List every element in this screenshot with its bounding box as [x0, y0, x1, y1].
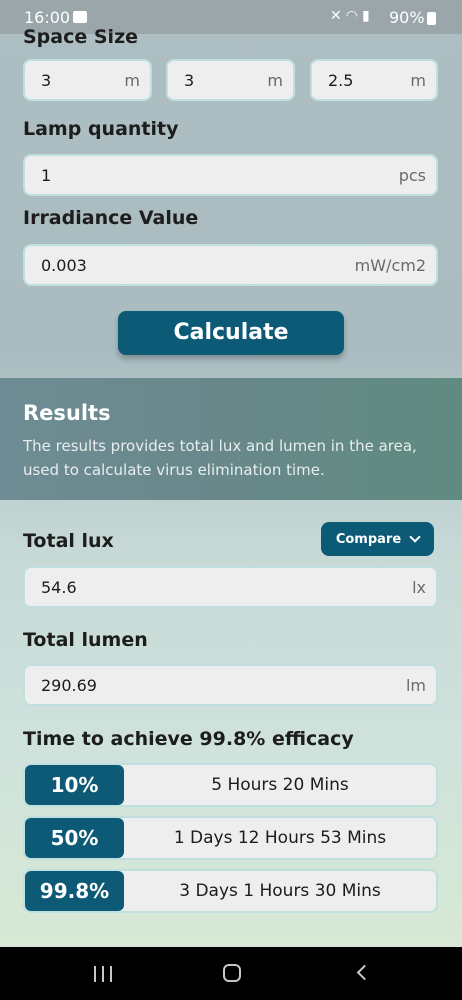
image-icon [73, 11, 87, 23]
irradiance-field[interactable]: 0.003 mW/cm2 [23, 244, 438, 286]
efficacy-label: Time to achieve 99.8% efficacy [23, 728, 354, 750]
space-width-value: 3 [184, 70, 195, 90]
results-description: The results provides total lux and lumen… [23, 437, 417, 479]
irradiance-unit: mW/cm2 [354, 255, 426, 275]
space-height-field[interactable]: 2.5 m [310, 59, 438, 101]
space-length-value: 3 [41, 70, 52, 90]
efficacy-duration: 5 Hours 20 Mins [211, 775, 349, 795]
wifi-icon: ◠ [345, 8, 362, 24]
efficacy-duration: 1 Days 12 Hours 53 Mins [173, 828, 387, 848]
compare-button[interactable]: Compare [321, 522, 434, 556]
total-lumen-unit: lm [405, 675, 426, 695]
battery-icon [427, 12, 436, 25]
results-panel: Results The results provides total lux a… [0, 378, 462, 500]
navigation-bar [0, 947, 462, 1000]
space-size-label: Space Size [23, 26, 139, 48]
efficacy-percent-badge: 10% [25, 765, 124, 805]
space-length-field[interactable]: 3 m [23, 59, 152, 101]
space-width-field[interactable]: 3 m [166, 59, 295, 101]
status-icons: ✕◠▮ [330, 8, 374, 24]
results-title: Results [23, 401, 111, 425]
space-height-value: 2.5 [328, 70, 354, 90]
recent-apps-icon[interactable] [94, 966, 112, 982]
space-height-unit: m [410, 70, 426, 90]
total-lux-label: Total lux [23, 530, 114, 552]
signal-icon: ▮ [361, 8, 374, 24]
calculate-button[interactable]: Calculate [118, 311, 344, 355]
lamp-quantity-value: 1 [41, 165, 52, 185]
efficacy-row-99-8: 99.8% 3 Days 1 Hours 30 Mins [23, 869, 438, 913]
total-lumen-label: Total lumen [23, 629, 148, 651]
lamp-quantity-field[interactable]: 1 pcs [23, 154, 438, 196]
total-lux-unit: lx [412, 577, 426, 597]
total-lux-value: 54.6 [41, 577, 77, 597]
efficacy-duration: 3 Days 1 Hours 30 Mins [179, 881, 381, 901]
total-lux-field: 54.6 lx [23, 566, 438, 608]
space-width-unit: m [267, 70, 283, 90]
compare-label: Compare [335, 531, 402, 547]
irradiance-label: Irradiance Value [23, 207, 199, 229]
chevron-down-icon [409, 530, 421, 543]
home-icon[interactable] [223, 964, 241, 982]
total-lumen-field: 290.69 lm [23, 664, 438, 706]
lamp-quantity-label: Lamp quantity [23, 118, 179, 140]
efficacy-row-50: 50% 1 Days 12 Hours 53 Mins [23, 816, 438, 860]
battery-percent: 90% [389, 8, 425, 27]
space-length-unit: m [124, 70, 140, 90]
irradiance-value: 0.003 [41, 255, 87, 275]
efficacy-percent-badge: 50% [25, 818, 124, 858]
status-time: 16:00 [24, 8, 71, 27]
lamp-quantity-unit: pcs [398, 165, 426, 185]
efficacy-row-10: 10% 5 Hours 20 Mins [23, 763, 438, 807]
total-lumen-value: 290.69 [41, 675, 97, 695]
efficacy-percent-badge: 99.8% [25, 871, 124, 911]
back-icon[interactable] [356, 964, 373, 981]
mute-icon: ✕ [330, 8, 346, 24]
